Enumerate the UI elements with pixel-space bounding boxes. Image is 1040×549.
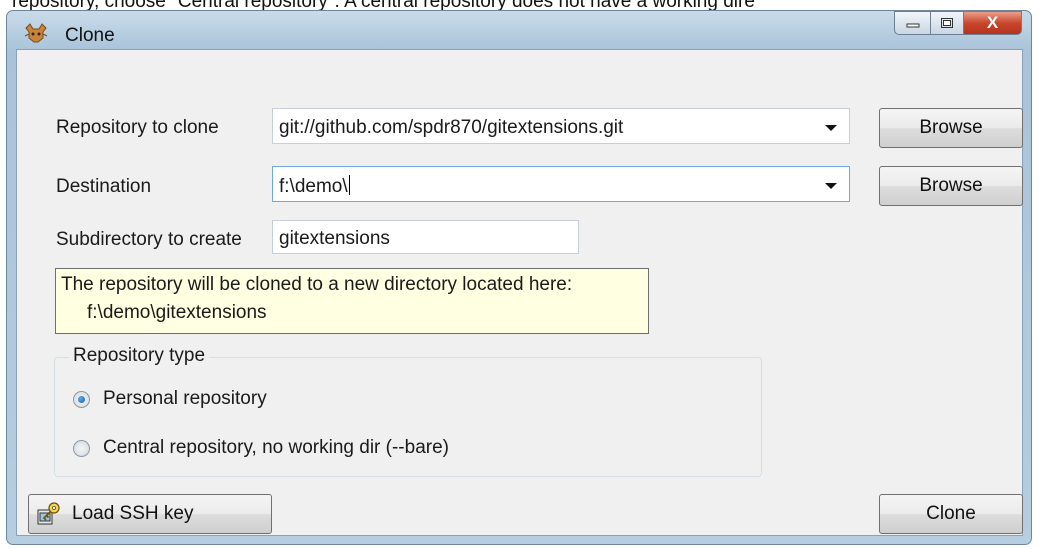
minimize-icon [906, 23, 919, 28]
subdirectory-input[interactable]: gitextensions [272, 220, 579, 254]
maximize-icon [941, 18, 953, 28]
repository-to-clone-combobox[interactable]: git://github.com/spdr870/gitextensions.g… [272, 108, 850, 144]
text-caret [348, 175, 350, 195]
close-icon: X [986, 13, 999, 32]
load-ssh-key-button[interactable]: Load SSH key [28, 494, 272, 534]
key-icon [37, 502, 60, 525]
destination-value-wrapper: f:\demo\ [279, 175, 350, 198]
browse-repository-button[interactable]: Browse [879, 108, 1023, 148]
info-line-2: f:\demo\gitextensions [87, 302, 267, 323]
destination-combobox[interactable]: f:\demo\ [272, 166, 850, 202]
browse-destination-button[interactable]: Browse [879, 166, 1023, 206]
git-extensions-icon [24, 23, 48, 43]
repository-type-title: Repository type [69, 345, 210, 367]
destination-label: Destination [56, 176, 152, 197]
subdirectory-value: gitextensions [279, 228, 390, 249]
info-line-1: The repository will be cloned to a new d… [61, 274, 573, 295]
close-button[interactable]: X [964, 11, 1022, 35]
maximize-button[interactable] [930, 11, 964, 35]
personal-repository-label[interactable]: Personal repository [103, 388, 267, 410]
central-repository-radio[interactable] [73, 440, 90, 457]
chevron-down-icon[interactable] [825, 125, 837, 131]
minimize-button[interactable] [894, 11, 930, 35]
title-bar[interactable]: Clone X [7, 11, 1031, 49]
central-repository-label[interactable]: Central repository, no working dir (--ba… [103, 437, 449, 459]
personal-repository-radio[interactable] [73, 391, 90, 408]
repository-type-group [54, 357, 762, 477]
load-ssh-key-label: Load SSH key [72, 503, 194, 524]
repository-url-value: git://github.com/spdr870/gitextensions.g… [279, 117, 624, 138]
window-controls: X [894, 11, 1022, 35]
clone-dialog: Clone X Repository to clone git://github… [6, 10, 1032, 545]
destination-value: f:\demo\ [279, 176, 348, 197]
chevron-down-icon[interactable] [825, 183, 837, 189]
window-title: Clone [65, 25, 115, 46]
subdirectory-label: Subdirectory to create [56, 229, 242, 250]
clone-button[interactable]: Clone [879, 494, 1023, 534]
repository-to-clone-label: Repository to clone [56, 117, 219, 138]
dialog-body: Repository to clone git://github.com/spd… [16, 49, 1023, 536]
destination-info-tooltip: The repository will be cloned to a new d… [55, 268, 649, 334]
